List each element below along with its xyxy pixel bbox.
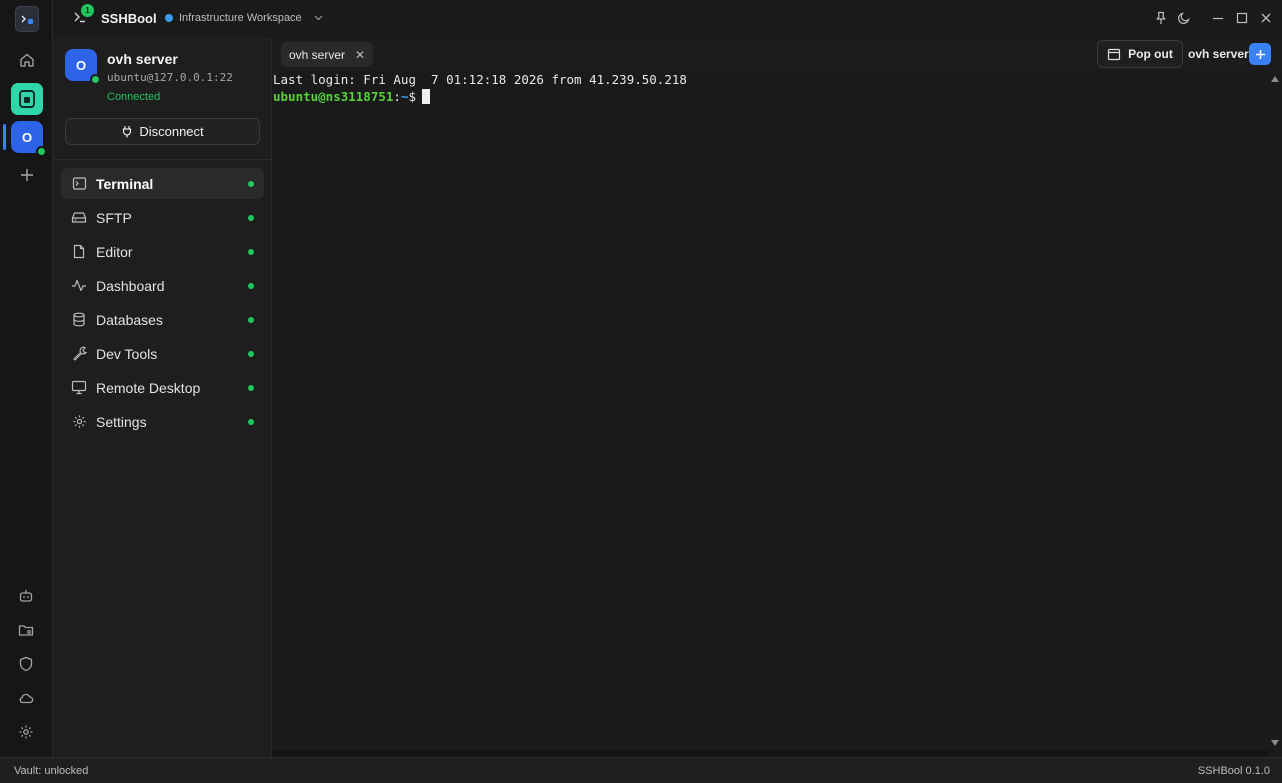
status-dot xyxy=(248,249,254,255)
connection-address: ubuntu@127.0.0.1:22 xyxy=(107,71,233,84)
nav-label: Settings xyxy=(96,413,147,430)
rail-server-ovh[interactable]: O xyxy=(11,121,47,157)
nav-item-editor[interactable]: Editor xyxy=(61,236,264,267)
nav-label: Dev Tools xyxy=(96,345,158,362)
terminal-bottom-gutter xyxy=(273,750,1268,757)
status-dot xyxy=(248,283,254,289)
connection-name: ovh server xyxy=(107,51,178,67)
minimize-icon[interactable] xyxy=(1211,11,1225,25)
nav-label: SFTP xyxy=(96,209,132,226)
nav-item-remote-desktop[interactable]: Remote Desktop xyxy=(61,372,264,403)
nav-item-settings[interactable]: Settings xyxy=(61,406,264,437)
disconnect-button[interactable]: Disconnect xyxy=(65,118,260,145)
home-icon[interactable] xyxy=(11,44,43,76)
server-selector[interactable]: ovh server xyxy=(1188,47,1249,61)
workspace-selector[interactable]: Infrastructure Workspace xyxy=(165,12,323,24)
nav-item-sftp[interactable]: SFTP xyxy=(61,202,264,233)
prompt-symbol: $ xyxy=(408,89,417,104)
terminal-scrollbar[interactable] xyxy=(1268,70,1282,750)
nav-label: Terminal xyxy=(96,175,154,192)
database-icon xyxy=(70,311,88,329)
workspace-name: Infrastructure Workspace xyxy=(179,12,302,24)
terminal-line: Last login: Fri Aug 7 01:12:18 2026 from… xyxy=(273,72,687,87)
scroll-down-arrow-icon[interactable] xyxy=(1271,740,1279,746)
nav-item-dashboard[interactable]: Dashboard xyxy=(61,270,264,301)
status-bar: Vault: unlocked SSHBool 0.1.0 xyxy=(0,757,1282,783)
connection-status: Connected xyxy=(107,91,161,103)
add-tab-button[interactable] xyxy=(1249,43,1271,65)
prompt-user-host: ubuntu@ns3118751 xyxy=(273,89,394,104)
status-dot xyxy=(248,215,254,221)
activity-icon xyxy=(70,277,88,295)
moon-icon[interactable] xyxy=(1177,11,1191,25)
pin-icon[interactable] xyxy=(1154,11,1168,25)
folder-key-icon[interactable] xyxy=(18,622,34,638)
window-icon xyxy=(1107,48,1121,61)
divider xyxy=(53,159,272,160)
monitor-icon xyxy=(70,379,88,397)
nav-item-databases[interactable]: Databases xyxy=(61,304,264,335)
connection-avatar: O xyxy=(65,49,101,85)
nav-label: Dashboard xyxy=(96,277,165,294)
gear-icon xyxy=(70,413,88,431)
wrench-icon xyxy=(70,345,88,363)
terminal-pane[interactable]: Last login: Fri Aug 7 01:12:18 2026 from… xyxy=(273,70,1268,750)
hard-drive-icon xyxy=(70,209,88,227)
status-dot xyxy=(248,351,254,357)
connection-sidebar: O ovh server ubuntu@127.0.0.1:22 Connect… xyxy=(53,38,272,757)
terminal-prompt-line: ubuntu@ns3118751:~$ xyxy=(273,89,431,104)
maximize-icon[interactable] xyxy=(1235,11,1249,25)
shield-icon[interactable] xyxy=(18,656,34,672)
file-icon xyxy=(70,243,88,261)
tab-ovh-server[interactable]: ovh server ✕ xyxy=(281,42,374,67)
app-logo-icon xyxy=(15,6,39,32)
nav-item-dev-tools[interactable]: Dev Tools xyxy=(61,338,264,369)
settings-gear-icon[interactable] xyxy=(18,724,34,740)
workspace-color-dot xyxy=(165,14,173,22)
close-icon[interactable] xyxy=(1259,11,1273,25)
prompt-separator: : xyxy=(393,89,401,104)
status-dot xyxy=(248,385,254,391)
tab-label: ovh server xyxy=(289,47,346,62)
notification-badge[interactable]: 1 xyxy=(81,4,94,17)
tab-close-icon[interactable]: ✕ xyxy=(355,48,365,62)
plug-icon xyxy=(121,125,133,138)
server-initial: O xyxy=(21,129,33,145)
online-indicator xyxy=(36,146,47,157)
scroll-up-arrow-icon[interactable] xyxy=(1271,76,1279,82)
rail-active-indicator xyxy=(3,124,6,150)
disconnect-label: Disconnect xyxy=(139,124,204,139)
add-server-icon[interactable] xyxy=(11,159,43,191)
pop-out-label: Pop out xyxy=(1128,47,1173,61)
terminal-cursor xyxy=(422,89,431,104)
status-dot xyxy=(248,181,254,187)
online-indicator xyxy=(90,74,101,85)
nav-item-terminal[interactable]: Terminal xyxy=(61,168,264,199)
app-title: SSHBool xyxy=(101,11,157,26)
avatar-initial: O xyxy=(75,57,87,73)
app-version: SSHBool 0.1.0 xyxy=(1197,765,1270,777)
nav-label: Remote Desktop xyxy=(96,379,201,396)
status-dot xyxy=(248,419,254,425)
vault-status: Vault: unlocked xyxy=(14,765,89,777)
chevron-down-icon xyxy=(314,15,323,21)
status-dot xyxy=(248,317,254,323)
title-bar: 1 SSHBool Infrastructure Workspace xyxy=(53,0,1282,38)
nav-label: Editor xyxy=(96,243,133,260)
app-rail: O xyxy=(0,0,53,757)
workspace-brand-icon[interactable] xyxy=(11,83,43,115)
pop-out-button[interactable]: Pop out xyxy=(1097,40,1183,68)
session-tab-bar: ovh server ✕ Pop out ovh server xyxy=(273,38,1282,70)
nav-label: Databases xyxy=(96,311,163,328)
terminal-icon xyxy=(70,175,88,193)
cloud-icon[interactable] xyxy=(18,690,34,706)
bot-icon[interactable] xyxy=(18,588,34,604)
